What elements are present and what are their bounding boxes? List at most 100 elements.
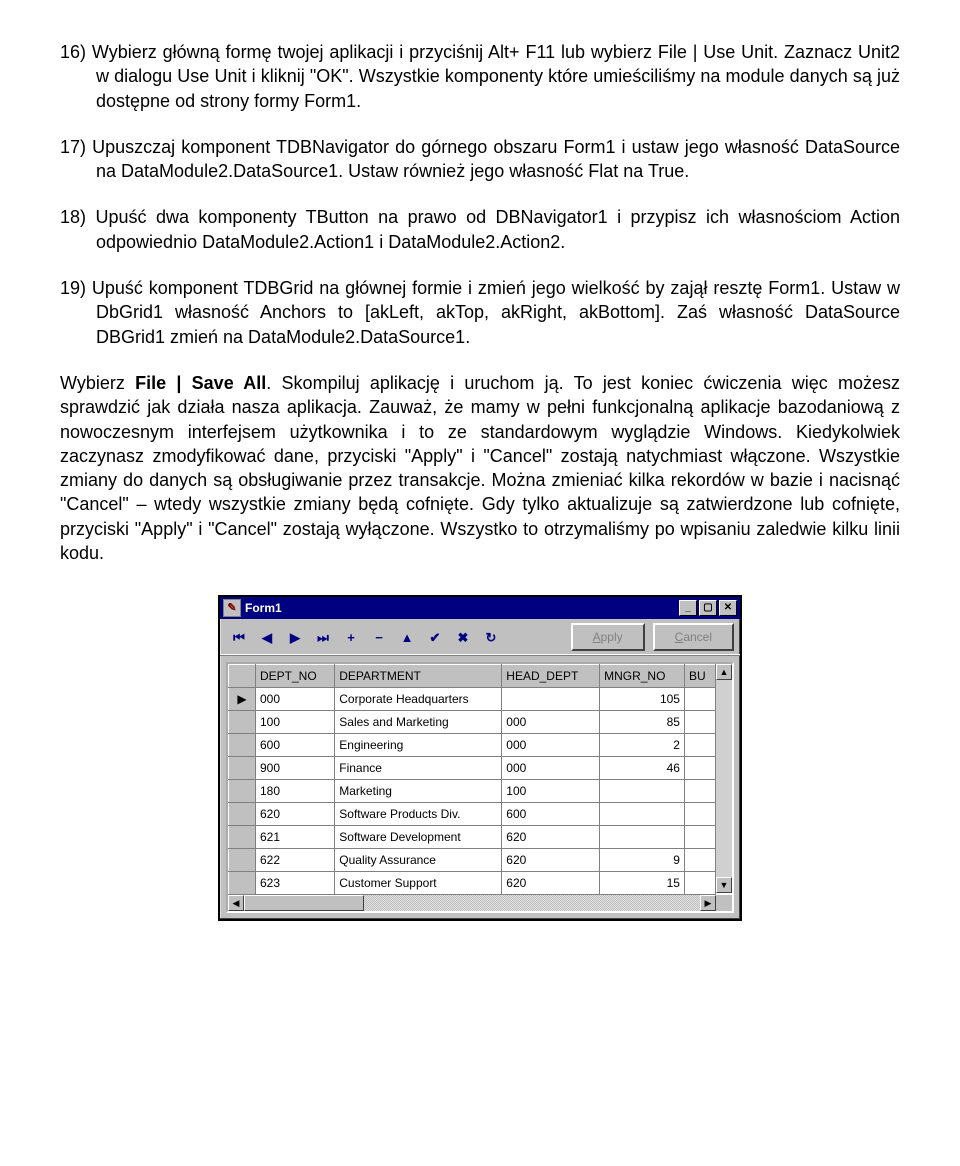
cell-head-dept[interactable]: 000 (502, 711, 600, 734)
table-row[interactable]: 620Software Products Div.600 (229, 803, 716, 826)
paragraph-16: 16) Wybierz główną formę twojej aplikacj… (60, 40, 900, 113)
cell-mngr-no[interactable]: 105 (600, 688, 685, 711)
cell-department[interactable]: Quality Assurance (335, 849, 502, 872)
nav-refresh-icon[interactable]: ↻ (478, 625, 504, 649)
cell-dept-no[interactable]: 623 (256, 872, 335, 895)
cell-bu[interactable] (684, 757, 715, 780)
nav-next-icon[interactable]: ▶ (282, 625, 308, 649)
table-row[interactable]: 622Quality Assurance6209 (229, 849, 716, 872)
horizontal-scrollbar[interactable]: ◀ ▶ (228, 894, 716, 911)
cell-head-dept[interactable]: 100 (502, 780, 600, 803)
cell-dept-no[interactable]: 000 (256, 688, 335, 711)
row-indicator (229, 734, 256, 757)
scroll-up-icon[interactable]: ▲ (716, 664, 732, 680)
final-a: Wybierz (60, 373, 135, 393)
row-indicator (229, 711, 256, 734)
cell-dept-no[interactable]: 622 (256, 849, 335, 872)
table-row[interactable]: 900Finance00046 (229, 757, 716, 780)
cell-department[interactable]: Software Development (335, 826, 502, 849)
cell-head-dept[interactable]: 000 (502, 757, 600, 780)
table-row[interactable]: 623Customer Support62015 (229, 872, 716, 895)
maximize-button[interactable]: ▢ (699, 600, 717, 616)
cell-department[interactable]: Sales and Marketing (335, 711, 502, 734)
grid-table[interactable]: DEPT_NO DEPARTMENT HEAD_DEPT MNGR_NO BU … (228, 664, 716, 895)
cell-mngr-no[interactable]: 9 (600, 849, 685, 872)
table-row[interactable]: 600Engineering0002 (229, 734, 716, 757)
nav-post-icon[interactable]: ✔ (422, 625, 448, 649)
table-row[interactable]: 621Software Development620 (229, 826, 716, 849)
cell-bu[interactable] (684, 734, 715, 757)
cell-mngr-no[interactable]: 15 (600, 872, 685, 895)
nav-edit-icon[interactable]: ▲ (394, 625, 420, 649)
cell-dept-no[interactable]: 600 (256, 734, 335, 757)
vscroll-track[interactable] (716, 680, 732, 877)
cell-bu[interactable] (684, 826, 715, 849)
cell-mngr-no[interactable] (600, 803, 685, 826)
cell-head-dept[interactable]: 620 (502, 849, 600, 872)
col-department[interactable]: DEPARTMENT (335, 665, 502, 688)
cell-head-dept[interactable]: 620 (502, 826, 600, 849)
paragraph-19: 19) Upuść komponent TDBGrid na głównej f… (60, 276, 900, 349)
table-row[interactable]: 180Marketing100 (229, 780, 716, 803)
nav-prev-icon[interactable]: ◀ (254, 625, 280, 649)
col-bu[interactable]: BU (684, 665, 715, 688)
table-row[interactable]: 100Sales and Marketing00085 (229, 711, 716, 734)
cell-bu[interactable] (684, 780, 715, 803)
cell-bu[interactable] (684, 803, 715, 826)
cell-bu[interactable] (684, 688, 715, 711)
cell-bu[interactable] (684, 872, 715, 895)
cell-mngr-no[interactable]: 85 (600, 711, 685, 734)
paragraph-17: 17) Upuszczaj komponent TDBNavigator do … (60, 135, 900, 184)
cell-head-dept[interactable]: 600 (502, 803, 600, 826)
cancel-accel: C (675, 629, 684, 645)
cell-dept-no[interactable]: 100 (256, 711, 335, 734)
cell-department[interactable]: Finance (335, 757, 502, 780)
nav-insert-icon[interactable]: + (338, 625, 364, 649)
cell-dept-no[interactable]: 900 (256, 757, 335, 780)
cancel-button[interactable]: Cancel (653, 623, 734, 651)
minimize-button[interactable]: _ (679, 600, 697, 616)
cell-mngr-no[interactable] (600, 826, 685, 849)
cell-dept-no[interactable]: 621 (256, 826, 335, 849)
cell-department[interactable]: Engineering (335, 734, 502, 757)
dbgrid[interactable]: DEPT_NO DEPARTMENT HEAD_DEPT MNGR_NO BU … (226, 662, 734, 913)
close-button[interactable]: ✕ (719, 600, 737, 616)
table-row[interactable]: ▶000Corporate Headquarters105 (229, 688, 716, 711)
cell-mngr-no[interactable]: 2 (600, 734, 685, 757)
cell-department[interactable]: Software Products Div. (335, 803, 502, 826)
cell-mngr-no[interactable]: 46 (600, 757, 685, 780)
col-mngr-no[interactable]: MNGR_NO (600, 665, 685, 688)
nav-delete-icon[interactable]: − (366, 625, 392, 649)
col-head-dept[interactable]: HEAD_DEPT (502, 665, 600, 688)
cell-department[interactable]: Marketing (335, 780, 502, 803)
cell-department[interactable]: Customer Support (335, 872, 502, 895)
scroll-corner (716, 895, 732, 911)
cell-mngr-no[interactable] (600, 780, 685, 803)
hscroll-thumb[interactable] (244, 895, 364, 911)
cell-dept-no[interactable]: 180 (256, 780, 335, 803)
nav-first-icon[interactable]: ⏮ (226, 625, 252, 649)
vertical-scrollbar[interactable]: ▲ ▼ (715, 664, 732, 893)
apply-button[interactable]: Apply (571, 623, 645, 651)
cell-head-dept[interactable]: 620 (502, 872, 600, 895)
hscroll-track[interactable] (244, 895, 700, 911)
cell-department[interactable]: Corporate Headquarters (335, 688, 502, 711)
scroll-left-icon[interactable]: ◀ (228, 895, 244, 911)
row-indicator (229, 849, 256, 872)
final-c: . Skompiluj aplikację i uruchom ją. To j… (60, 373, 900, 563)
nav-last-icon[interactable]: ⏭ (310, 625, 336, 649)
cell-dept-no[interactable]: 620 (256, 803, 335, 826)
cell-head-dept[interactable]: 000 (502, 734, 600, 757)
final-save-all: File | Save All (135, 373, 266, 393)
cell-bu[interactable] (684, 711, 715, 734)
apply-accel: A (593, 629, 601, 645)
titlebar[interactable]: ✎ Form1 _ ▢ ✕ (220, 597, 740, 619)
cell-head-dept[interactable] (502, 688, 600, 711)
col-dept-no[interactable]: DEPT_NO (256, 665, 335, 688)
cell-bu[interactable] (684, 849, 715, 872)
row-indicator (229, 872, 256, 895)
cancel-rest: ancel (683, 629, 712, 645)
scroll-right-icon[interactable]: ▶ (700, 895, 716, 911)
nav-cancel-icon[interactable]: ✖ (450, 625, 476, 649)
scroll-down-icon[interactable]: ▼ (716, 877, 732, 893)
